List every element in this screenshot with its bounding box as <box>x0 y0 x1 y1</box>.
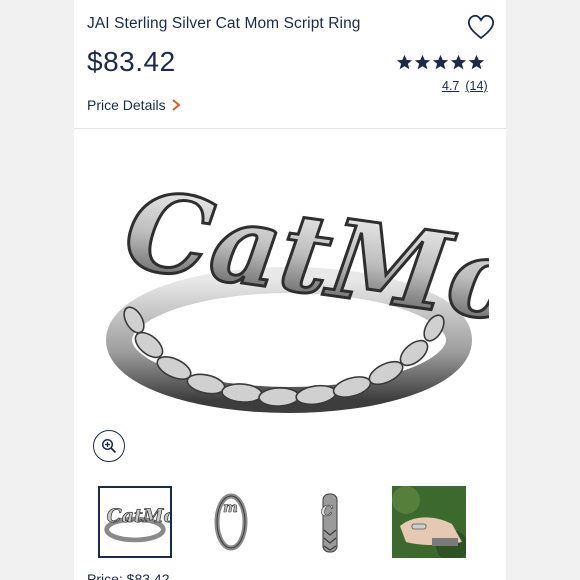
thumbnail-front[interactable]: CatMom <box>98 486 196 558</box>
star-icon <box>432 54 449 70</box>
svg-text:CatMom: CatMom <box>107 505 170 527</box>
thumbnail-side[interactable]: m <box>196 486 270 558</box>
price-details-label: Price Details <box>87 97 166 113</box>
chevron-right-icon <box>171 99 181 111</box>
product-price: $83.42 <box>87 46 176 77</box>
star-icon <box>450 54 467 70</box>
star-rating <box>396 54 485 71</box>
star-icon <box>396 54 413 70</box>
star-icon <box>414 54 431 70</box>
svg-text:C: C <box>321 502 333 520</box>
ring-worn-thumbnail <box>392 486 468 562</box>
product-title: JAI Sterling Silver Cat Mom Script Ring <box>87 15 361 32</box>
thumbnail-end[interactable]: C <box>294 486 368 558</box>
star-icon <box>468 54 485 70</box>
heart-icon <box>467 14 495 40</box>
zoom-button[interactable] <box>93 430 125 462</box>
review-count-link[interactable]: (14) <box>465 79 487 93</box>
favorite-button[interactable] <box>466 12 496 42</box>
svg-text:m: m <box>223 500 238 516</box>
price-details-link[interactable]: Price Details <box>87 97 181 113</box>
product-page: JAI Sterling Silver Cat Mom Script Ring … <box>74 0 506 580</box>
price-line: Price: $83.42 <box>87 571 170 580</box>
ring-front-thumbnail: CatMom <box>100 488 196 556</box>
thumbnail-strip: CatMom m C <box>98 486 498 562</box>
thumbnail-worn[interactable] <box>392 486 468 562</box>
header-divider <box>74 128 506 129</box>
product-main-image[interactable]: CatMom <box>94 140 489 450</box>
ring-script-text: CatMom <box>118 167 489 363</box>
zoom-in-icon <box>101 438 117 454</box>
rating-value[interactable]: 4.7 <box>442 79 459 93</box>
rating-summary[interactable]: 4.7 (14) <box>442 79 488 93</box>
ring-end-thumbnail: C <box>294 486 368 558</box>
ring-side-thumbnail: m <box>196 486 270 558</box>
